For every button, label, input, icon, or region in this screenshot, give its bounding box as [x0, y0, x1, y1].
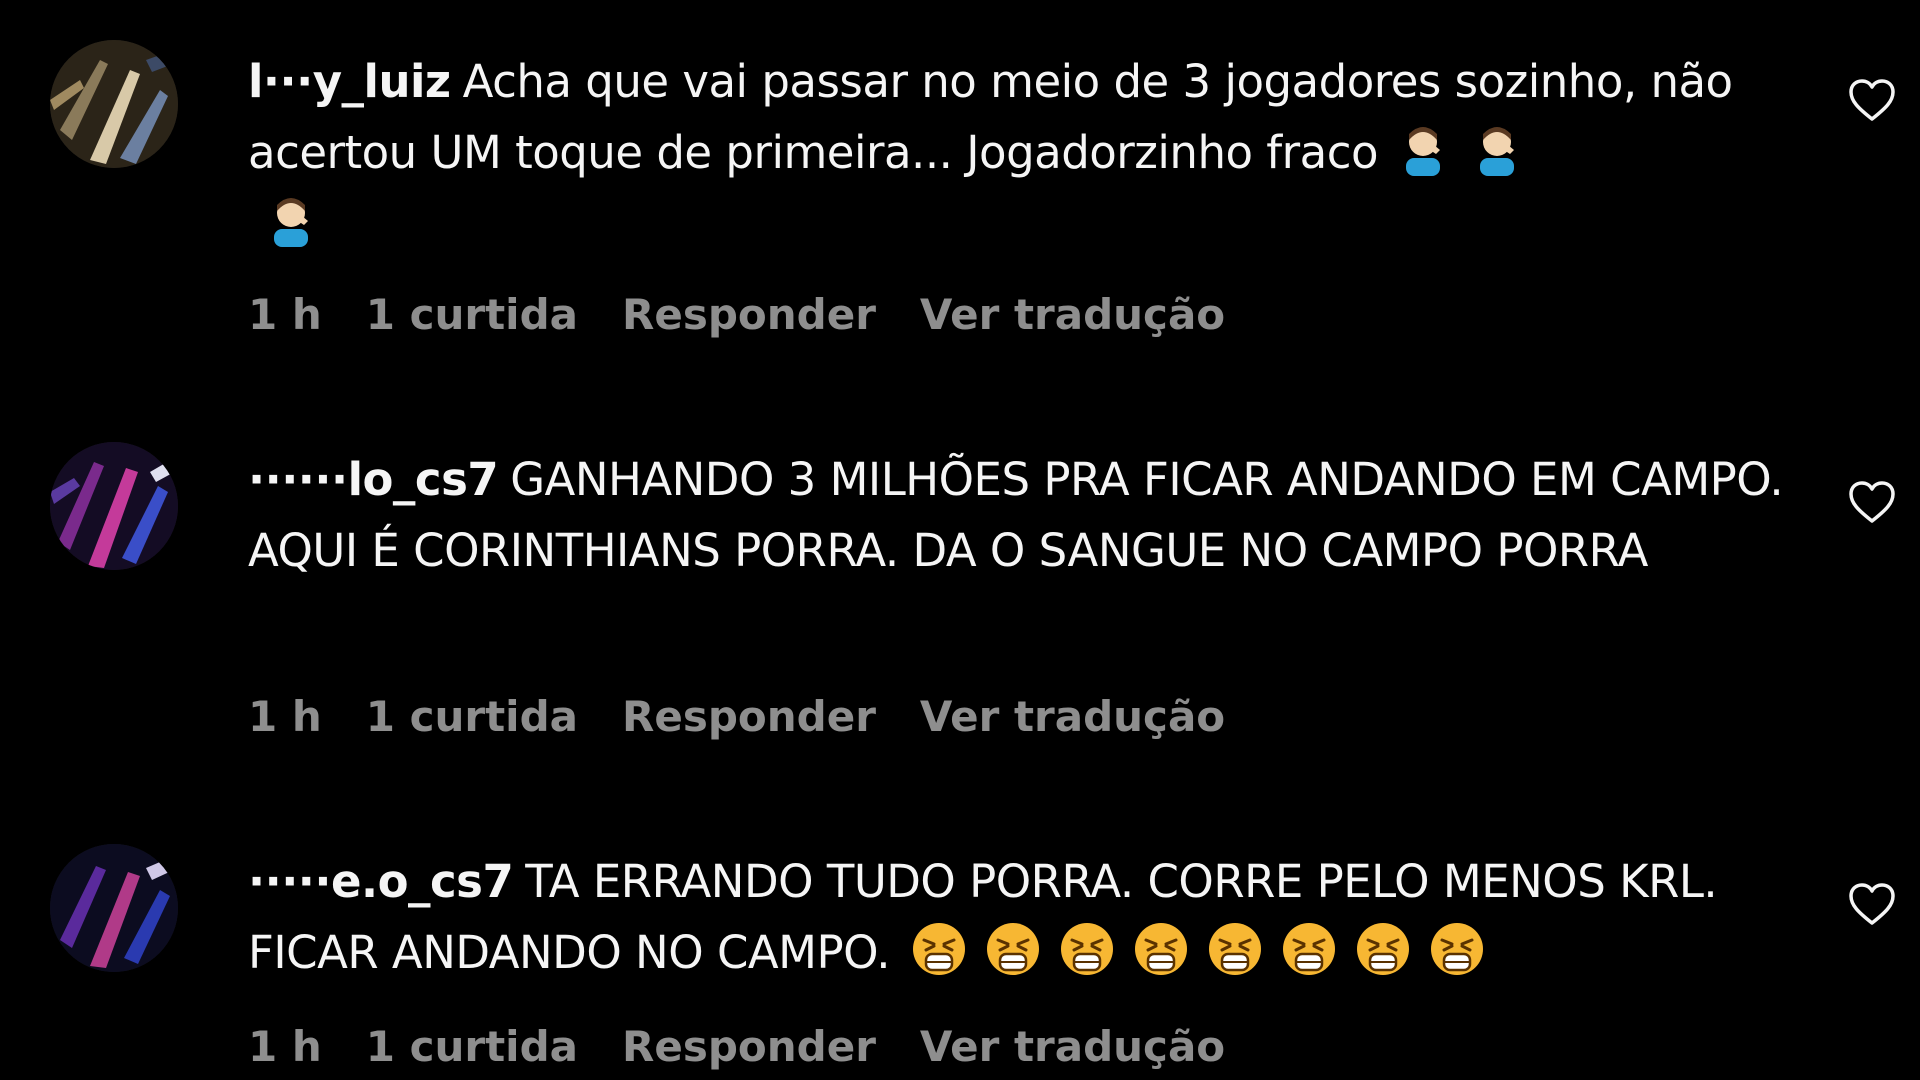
- comment-meta: 1 h 1 curtida Responder Ver tradução: [248, 692, 1269, 741]
- like-count-link[interactable]: 1 curtida: [366, 692, 578, 741]
- heart-outline-icon[interactable]: [1848, 480, 1896, 524]
- tired-face-emoji: [984, 920, 1042, 978]
- tired-face-emoji: [1354, 920, 1412, 978]
- tired-face-emoji: [1132, 920, 1190, 978]
- reply-button[interactable]: Responder: [622, 692, 876, 741]
- avatar[interactable]: [50, 844, 178, 972]
- person-facepalming-emoji: [1468, 120, 1526, 178]
- heart-outline-icon[interactable]: [1848, 78, 1896, 122]
- comment-text-block: ······lo_cs7 GANHANDO 3 MILHÕES PRA FICAR…: [248, 444, 1788, 586]
- reply-button[interactable]: Responder: [622, 1022, 876, 1071]
- see-translation-button[interactable]: Ver tradução: [920, 290, 1225, 339]
- like-count-link[interactable]: 1 curtida: [366, 1022, 578, 1071]
- like-count-link[interactable]: 1 curtida: [366, 290, 578, 339]
- tired-face-emoji: [1428, 920, 1486, 978]
- avatar[interactable]: [50, 40, 178, 168]
- see-translation-button[interactable]: Ver tradução: [920, 692, 1225, 741]
- comment-text-block: l···y_luiz Acha que vai passar no meio de…: [248, 46, 1788, 259]
- comment-body: ······lo_cs7 GANHANDO 3 MILHÕES PRA FICAR…: [248, 444, 1788, 586]
- tired-face-emoji: [1058, 920, 1116, 978]
- comment-meta: 1 h 1 curtida Responder Ver tradução: [248, 290, 1269, 339]
- comment-username[interactable]: l···y_luiz: [248, 55, 451, 108]
- heart-outline-icon[interactable]: [1848, 882, 1896, 926]
- comment-list: l···y_luiz Acha que vai passar no meio de…: [0, 0, 1920, 1080]
- comment-username[interactable]: ······lo_cs7: [248, 453, 499, 506]
- comment-meta: 1 h 1 curtida Responder Ver tradução: [248, 1022, 1269, 1071]
- tired-face-emoji: [1280, 920, 1338, 978]
- person-facepalming-emoji: [262, 191, 320, 249]
- comment-timestamp: 1 h: [248, 692, 322, 741]
- person-facepalming-emoji: [1394, 120, 1452, 178]
- see-translation-button[interactable]: Ver tradução: [920, 1022, 1225, 1071]
- comment-username[interactable]: ·····e.o_cs7: [248, 855, 514, 908]
- tired-face-emoji: [910, 920, 968, 978]
- comment-body: l···y_luiz Acha que vai passar no meio de…: [248, 46, 1788, 259]
- reply-button[interactable]: Responder: [622, 290, 876, 339]
- comment-timestamp: 1 h: [248, 290, 322, 339]
- comment-body: ·····e.o_cs7 TA ERRANDO TUDO PORRA. CORRE…: [248, 846, 1788, 988]
- avatar[interactable]: [50, 442, 178, 570]
- comment-text-block: ·····e.o_cs7 TA ERRANDO TUDO PORRA. CORRE…: [248, 846, 1788, 988]
- comment-timestamp: 1 h: [248, 1022, 322, 1071]
- tired-face-emoji: [1206, 920, 1264, 978]
